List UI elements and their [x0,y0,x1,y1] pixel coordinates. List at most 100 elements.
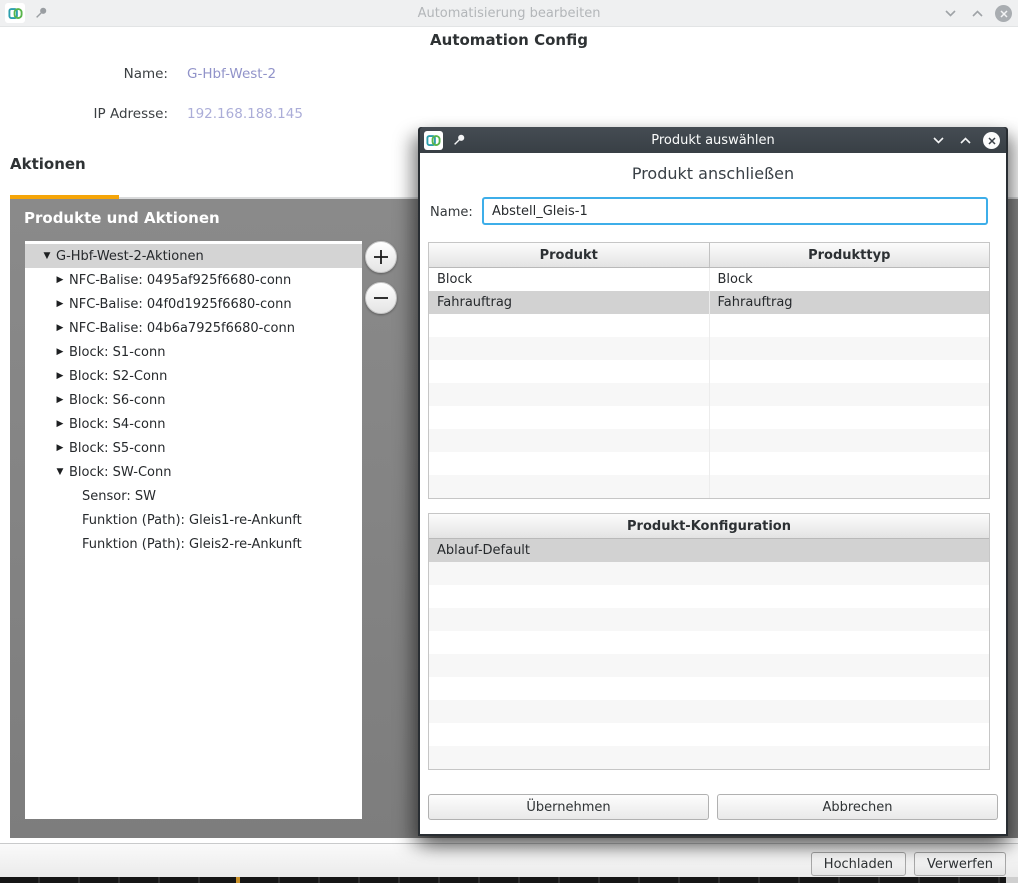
table-empty-row [429,723,989,746]
dialog-button-row: Übernehmen Abbrechen [428,794,998,820]
footer-bar: Hochladen Verwerfen [0,843,1018,877]
tree-item[interactable]: ▼G-Hbf-West-2-Aktionen [25,244,362,268]
dialog-maximize-icon[interactable] [956,132,974,150]
table-cell [429,608,989,631]
taskbar-end [1006,877,1018,883]
hochladen-button[interactable]: Hochladen [811,852,906,876]
panel-title: Produkte und Aktionen [24,209,220,227]
expanded-arrow-icon[interactable]: ▼ [51,467,69,477]
tree-item[interactable]: Sensor: SW [25,484,362,508]
table-cell [429,452,709,475]
dialog-titlebar[interactable]: Produkt auswählen [420,127,1006,153]
tree-item-label: Funktion (Path): Gleis1-re-Ankunft [82,513,302,528]
main-window-titlebar[interactable]: Automatisierung bearbeiten [0,0,1018,27]
name-field-row: Name: G-Hbf-West-2 [0,66,276,82]
tree-item[interactable]: ▶Block: S2-Conn [25,364,362,388]
collapsed-arrow-icon[interactable]: ▶ [51,371,69,381]
tree-item-label: G-Hbf-West-2-Aktionen [56,249,204,264]
dialog-app-logo-icon[interactable] [424,131,443,150]
ip-field-row: IP Adresse: 192.168.188.145 [0,106,303,122]
dialog-name-label: Name: [430,205,473,220]
table-cell: Block [429,268,709,291]
dialog-close-icon[interactable] [983,132,1000,149]
dialog-name-input[interactable] [482,197,988,225]
product-actions-tree[interactable]: ▼G-Hbf-West-2-Aktionen▶NFC-Balise: 0495a… [25,241,362,819]
table-cell [429,585,989,608]
column-header-produkttyp[interactable]: Produkttyp [709,243,990,267]
collapsed-arrow-icon[interactable]: ▶ [51,347,69,357]
tab-aktionen[interactable]: Aktionen [10,155,86,173]
table-empty-row [429,654,989,677]
dialog-body: Produkt anschließen Name: Produkt Produk… [420,153,1006,834]
tree-item-label: Block: S2-Conn [69,369,167,384]
collapsed-arrow-icon[interactable]: ▶ [51,395,69,405]
app-logo-icon[interactable] [5,3,25,23]
table-cell: Fahrauftrag [709,291,990,314]
main-close-icon[interactable] [995,5,1012,22]
add-button[interactable] [365,241,397,273]
table-empty-row [429,429,989,452]
collapsed-arrow-icon[interactable]: ▶ [51,323,69,333]
abbrechen-button[interactable]: Abbrechen [717,794,998,820]
table-cell [429,631,989,654]
tree-item[interactable]: Funktion (Path): Gleis1-re-Ankunft [25,508,362,532]
page-title: Automation Config [0,31,1018,49]
pin-icon[interactable] [34,6,48,20]
tree-item[interactable]: ▶NFC-Balise: 04b6a7925f6680-conn [25,316,362,340]
table-cell [709,452,990,475]
tree-item[interactable]: Funktion (Path): Gleis2-re-Ankunft [25,532,362,556]
table-empty-row [429,562,989,585]
expanded-arrow-icon[interactable]: ▼ [38,251,56,261]
table-empty-row [429,631,989,654]
tree-item-label: Block: S5-conn [69,441,165,456]
tree-item[interactable]: ▶NFC-Balise: 0495af925f6680-conn [25,268,362,292]
table-row[interactable]: BlockBlock [429,268,989,291]
table-cell [709,406,990,429]
table-cell [429,429,709,452]
dialog-minimize-icon[interactable] [929,132,947,150]
collapsed-arrow-icon[interactable]: ▶ [51,275,69,285]
product-table: Produkt Produkttyp BlockBlockFahrauftrag… [428,242,990,499]
table-cell [429,383,709,406]
table-cell [709,360,990,383]
table-cell [429,700,989,723]
uebernehmen-button[interactable]: Übernehmen [428,794,709,820]
table-cell [709,314,990,337]
main-minimize-icon[interactable] [941,5,959,23]
table-row[interactable]: FahrauftragFahrauftrag [429,291,989,314]
verwerfen-button[interactable]: Verwerfen [914,852,1006,876]
tree-item-label: Block: SW-Conn [69,465,171,480]
table-row[interactable]: Ablauf-Default [429,539,989,562]
tree-item[interactable]: ▶Block: S6-conn [25,388,362,412]
main-maximize-icon[interactable] [968,5,986,23]
table-cell [709,475,990,498]
tree-item-label: NFC-Balise: 04f0d1925f6680-conn [69,297,292,312]
table-cell [429,314,709,337]
collapsed-arrow-icon[interactable]: ▶ [51,419,69,429]
table-empty-row [429,677,989,700]
table-cell [429,562,989,585]
config-table: Produkt-Konfiguration Ablauf-Default [428,513,990,770]
tree-item[interactable]: ▼Block: SW-Conn [25,460,362,484]
table-cell [429,475,709,498]
table-cell [429,677,989,700]
tree-item-label: Block: S1-conn [69,345,165,360]
collapsed-arrow-icon[interactable]: ▶ [51,443,69,453]
column-header-produkt-konfiguration[interactable]: Produkt-Konfiguration [429,514,989,538]
tree-item-label: NFC-Balise: 0495af925f6680-conn [69,273,291,288]
remove-button[interactable] [365,282,397,314]
tree-item[interactable]: ▶Block: S1-conn [25,340,362,364]
dialog-heading: Produkt anschließen [420,164,1006,183]
table-empty-row [429,700,989,723]
tree-item-label: NFC-Balise: 04b6a7925f6680-conn [69,321,295,336]
collapsed-arrow-icon[interactable]: ▶ [51,299,69,309]
table-empty-row [429,360,989,383]
taskbar-strip[interactable] [0,877,1018,883]
tree-item[interactable]: ▶Block: S4-conn [25,412,362,436]
table-cell [429,406,709,429]
dialog-pin-icon[interactable] [452,133,466,147]
tree-item[interactable]: ▶Block: S5-conn [25,436,362,460]
column-header-produkt[interactable]: Produkt [429,243,709,267]
tree-item[interactable]: ▶NFC-Balise: 04f0d1925f6680-conn [25,292,362,316]
tree-item-label: Funktion (Path): Gleis2-re-Ankunft [82,537,302,552]
